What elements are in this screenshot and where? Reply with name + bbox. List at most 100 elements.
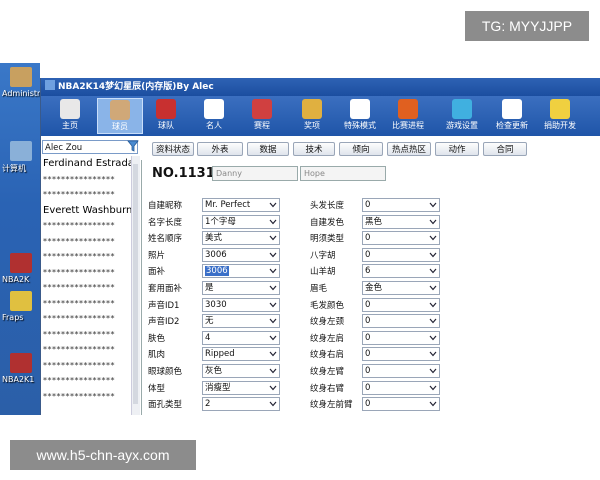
chevron-down-icon (269, 368, 277, 374)
toolbar-button-10[interactable]: 捐助开发 (537, 98, 583, 134)
chevron-down-icon (269, 318, 277, 324)
tab-0[interactable]: 资料状态 (152, 142, 194, 156)
list-item[interactable]: **************** (43, 373, 131, 389)
list-item[interactable]: **************** (43, 218, 131, 234)
first-name-input[interactable]: Danny (212, 166, 298, 181)
field-label: 套用面补 (148, 284, 183, 294)
list-item[interactable]: **************** (43, 342, 131, 358)
field-select[interactable]: 0 (362, 364, 440, 378)
toolbar-button-label: 捐助开发 (544, 121, 576, 130)
tab-2[interactable]: 数据 (247, 142, 289, 156)
field-select[interactable]: 3030 (202, 297, 280, 312)
field-select[interactable]: 是 (202, 281, 280, 295)
toolbar-button-2[interactable]: 球队 (143, 98, 189, 134)
toolbar-button-6[interactable]: 特殊模式 (337, 98, 383, 134)
list-item[interactable]: **************** (43, 280, 131, 296)
field-select[interactable]: 无 (202, 314, 280, 329)
field-select[interactable]: 0 (362, 347, 440, 362)
tab-4[interactable]: 倾向 (339, 142, 383, 156)
desktop-icon[interactable]: 计算机 (2, 141, 38, 174)
tab-7[interactable]: 合同 (483, 142, 527, 156)
field-select[interactable]: 0 (362, 380, 440, 395)
tab-5[interactable]: 热点热区 (387, 142, 431, 156)
field-label: 声音ID1 (148, 300, 180, 311)
field-select[interactable]: 消瘦型 (202, 380, 280, 395)
toolbar-button-5[interactable]: 奖项 (289, 98, 335, 134)
list-item[interactable]: **************** (43, 234, 131, 250)
field-select[interactable]: 4 (202, 330, 280, 345)
player-search-input[interactable]: Alec Zou (42, 140, 138, 154)
toolbar-button-1[interactable]: 球员 (97, 98, 143, 134)
chevron-down-icon (429, 401, 437, 407)
field-select[interactable]: 2 (202, 397, 280, 412)
tab-1[interactable]: 外表 (197, 142, 243, 156)
field-select[interactable]: 0 (362, 330, 440, 345)
tab-3[interactable]: 技术 (293, 142, 335, 156)
app-titlebar[interactable]: NBA2K14梦幻星辰(内存版)By Alec (41, 78, 600, 96)
toolbar-button-8[interactable]: 游戏设置 (439, 98, 485, 134)
desktop-icon[interactable]: Administr (2, 67, 40, 98)
field-select[interactable]: 1个字母 (202, 214, 280, 229)
toolbar-button-9[interactable]: 检查更新 (489, 98, 535, 134)
chevron-down-icon (429, 202, 437, 208)
list-item[interactable]: Ferdinand Estrada (43, 156, 131, 172)
field-select[interactable]: Ripped (202, 347, 280, 362)
field-select[interactable]: 0 (362, 198, 440, 212)
player-list-scrollbar[interactable] (131, 156, 140, 415)
chevron-down-icon (269, 252, 277, 258)
dollar-icon (550, 99, 570, 119)
home-icon (60, 99, 80, 119)
list-item[interactable]: **************** (43, 327, 131, 343)
field-select[interactable]: 3006 (202, 264, 280, 279)
toolbar-button-label: 赛程 (254, 121, 270, 130)
toolbar-button-4[interactable]: 赛程 (239, 98, 285, 134)
list-item[interactable]: Everett Washburn (43, 203, 131, 219)
list-item[interactable]: **************** (43, 249, 131, 265)
list-item[interactable]: **************** (43, 389, 131, 405)
filter-funnel-icon[interactable] (127, 140, 139, 152)
field-select[interactable]: 美式 (202, 231, 280, 246)
field-select[interactable]: 6 (362, 264, 440, 279)
field-value: Ripped (205, 349, 235, 360)
field-value: 0 (365, 233, 371, 244)
list-item[interactable]: **************** (43, 172, 131, 188)
field-select[interactable]: Mr. Perfect (202, 198, 280, 212)
list-item[interactable]: **************** (43, 311, 131, 327)
field-label: 面孔类型 (148, 400, 183, 411)
field-value: 消瘦型 (205, 382, 231, 393)
toolbar-button-label: 检查更新 (496, 121, 528, 130)
field-value: 美式 (205, 233, 223, 244)
player-number: NO.1131 (152, 166, 215, 181)
tab-6[interactable]: 动作 (435, 142, 479, 156)
desktop-icon[interactable]: NBA2K1 (2, 353, 38, 384)
toolbar-button-7[interactable]: 比赛进程 (385, 98, 431, 134)
toolbar-button-3[interactable]: 名人 (191, 98, 237, 134)
desktop-shortcut-icon (10, 67, 32, 87)
field-select[interactable]: 0 (362, 314, 440, 329)
desktop-icon[interactable]: Fraps (2, 291, 38, 322)
toolbar-button-0[interactable]: 主页 (47, 98, 93, 134)
field-select[interactable]: 0 (362, 397, 440, 412)
list-item[interactable]: **************** (43, 265, 131, 281)
field-select[interactable]: 3006 (202, 247, 280, 262)
trophy-icon (302, 99, 322, 119)
field-value: 0 (365, 349, 371, 360)
desktop-icon[interactable]: NBA2K (2, 253, 38, 284)
list-item[interactable]: **************** (43, 187, 131, 203)
field-label: 眼球颜色 (148, 367, 183, 377)
download-icon (502, 99, 522, 119)
list-item[interactable]: **************** (43, 358, 131, 374)
field-select[interactable]: 0 (362, 247, 440, 262)
field-value: 0 (365, 399, 371, 410)
list-item[interactable]: **************** (43, 296, 131, 312)
field-select[interactable]: 0 (362, 297, 440, 312)
field-select[interactable]: 黑色 (362, 214, 440, 229)
field-value: 灰色 (205, 366, 223, 376)
field-select[interactable]: 0 (362, 231, 440, 246)
field-value: 0 (365, 382, 371, 393)
field-select[interactable]: 金色 (362, 281, 440, 295)
field-select[interactable]: 灰色 (202, 364, 280, 378)
field-label: 纹身左前臂 (310, 400, 353, 411)
scrollbar-thumb[interactable] (133, 164, 138, 404)
last-name-input[interactable]: Hope (300, 166, 386, 181)
